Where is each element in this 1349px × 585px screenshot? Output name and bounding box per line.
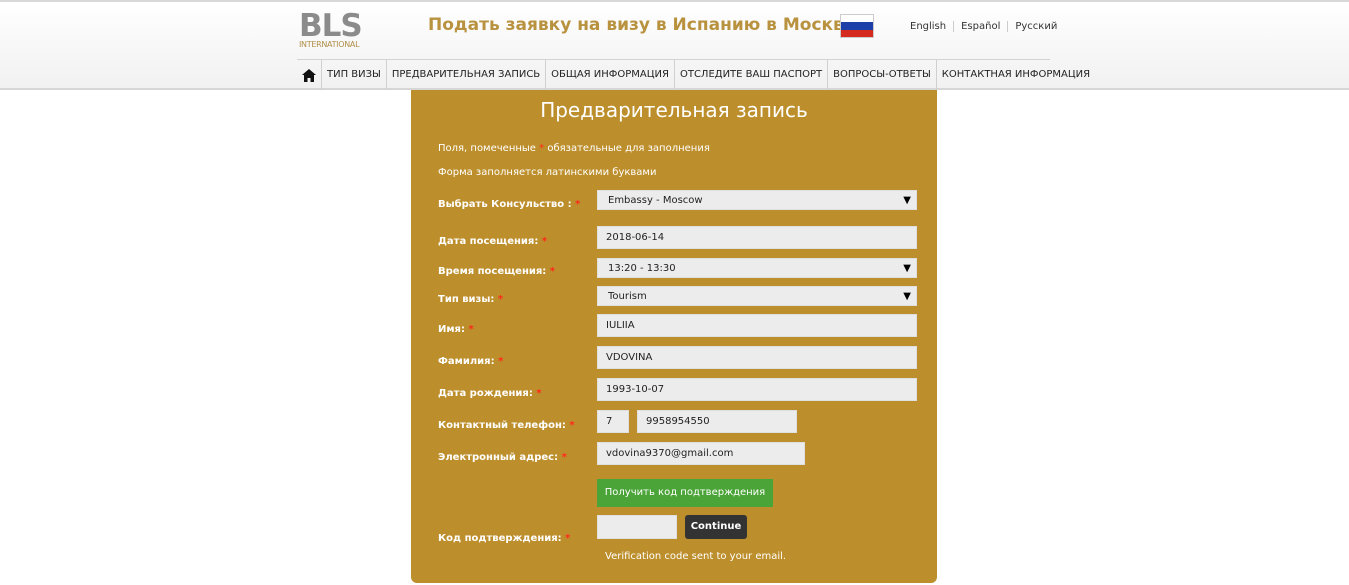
- site-header: BLS INTERNATIONAL Подать заявку на визу …: [0, 0, 1349, 90]
- nav-faq[interactable]: Вопросы-ответы: [828, 60, 937, 90]
- birth-date-field[interactable]: 1993-10-07: [597, 378, 917, 401]
- verification-message: Verification code sent to your email.: [605, 551, 787, 562]
- lang-russian[interactable]: Русский: [1007, 21, 1065, 32]
- visit-time-label: Время посещения: *: [438, 266, 556, 277]
- visa-type-select[interactable]: Tourism ▼: [597, 286, 917, 306]
- dropdown-arrow-icon: ▼: [903, 195, 911, 206]
- visa-type-label: Тип визы: *: [438, 294, 504, 305]
- main-nav: Тип визы Предварительная запись Общая ин…: [297, 59, 1090, 90]
- visit-date-label: Дата посещения: *: [438, 236, 548, 247]
- phone-code-field[interactable]: 7: [597, 410, 629, 433]
- nav-visa-type[interactable]: Тип визы: [322, 60, 387, 90]
- consulate-label: Выбрать Консульство : *: [438, 199, 581, 210]
- logo-text: BLS: [299, 8, 363, 44]
- get-verification-code-button[interactable]: Получить код подтверждения: [597, 479, 773, 507]
- russia-flag-icon: [840, 14, 874, 38]
- nav-general-info[interactable]: Общая информация: [546, 60, 675, 90]
- latin-note: Форма заполняется латинскими буквами: [438, 167, 657, 178]
- nav-contact[interactable]: Контактная информация: [937, 60, 1095, 90]
- required-note: Поля, помеченные * обязательные для запо…: [438, 143, 710, 154]
- dropdown-arrow-icon: ▼: [903, 291, 911, 302]
- lang-spanish[interactable]: Español: [953, 21, 1008, 32]
- nav-track-passport[interactable]: Отследите ваш паспорт: [675, 60, 829, 90]
- first-name-field[interactable]: IULIIA: [597, 314, 917, 337]
- logo-subtext: INTERNATIONAL: [299, 40, 360, 49]
- verification-code-field[interactable]: [597, 515, 677, 539]
- nav-appointment[interactable]: Предварительная запись: [387, 60, 547, 90]
- bls-logo[interactable]: BLS INTERNATIONAL: [299, 8, 369, 52]
- first-name-label: Имя: *: [438, 324, 474, 335]
- phone-number-field[interactable]: 9958954550: [637, 410, 797, 433]
- continue-button[interactable]: Continue: [685, 515, 747, 539]
- consulate-select[interactable]: Embassy - Moscow ▼: [597, 190, 917, 210]
- language-switcher: English Español Русский: [903, 21, 1065, 32]
- verification-code-label: Код подтверждения: *: [438, 533, 571, 544]
- lang-english[interactable]: English: [903, 21, 953, 32]
- dropdown-arrow-icon: ▼: [903, 263, 911, 274]
- appointment-form-panel: Предварительная запись Поля, помеченные …: [411, 90, 937, 583]
- last-name-label: Фамилия: *: [438, 356, 504, 367]
- form-title: Предварительная запись: [540, 98, 808, 122]
- email-label: Электронный адрес: *: [438, 452, 567, 463]
- home-icon: [302, 68, 316, 82]
- phone-label: Контактный телефон: *: [438, 420, 575, 431]
- last-name-field[interactable]: VDOVINA: [597, 346, 917, 369]
- email-field[interactable]: vdovina9370@gmail.com: [597, 442, 805, 465]
- site-title: Подать заявку на визу в Испанию в Москве: [428, 15, 856, 35]
- nav-home[interactable]: [297, 60, 322, 90]
- birth-date-label: Дата рождения: *: [438, 388, 542, 399]
- visit-date-field[interactable]: 2018-06-14: [597, 226, 917, 249]
- visit-time-select[interactable]: 13:20 - 13:30 ▼: [597, 258, 917, 278]
